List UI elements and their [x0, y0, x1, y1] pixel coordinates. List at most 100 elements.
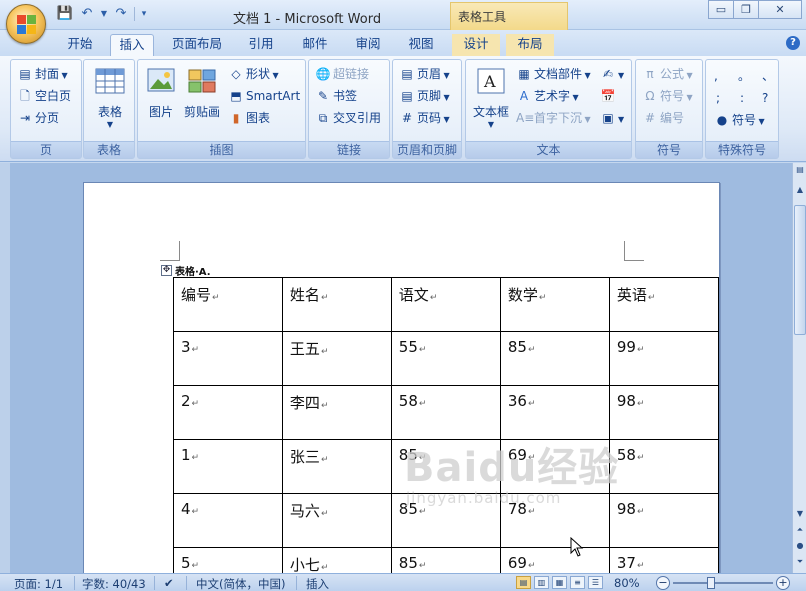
special-char-comma[interactable]: , — [714, 66, 718, 86]
table-cell[interactable]: 李四↵ — [281, 385, 392, 440]
customize-qat-icon[interactable]: ▾ — [139, 6, 149, 22]
undo-icon[interactable]: ↶ — [78, 6, 96, 22]
table-cell[interactable]: 98↵ — [608, 493, 720, 548]
table-cell[interactable]: 数学↵ — [499, 277, 610, 332]
special-char-period[interactable]: 。 — [738, 66, 750, 86]
table-cell[interactable]: 1↵ — [173, 439, 283, 494]
object-button[interactable]: ▣ ▼ — [600, 108, 624, 128]
page-break-button[interactable]: ⇥ 分页 — [17, 108, 59, 128]
tab-insert[interactable]: 插入 — [110, 34, 154, 56]
table-cell[interactable]: 98↵ — [608, 385, 720, 440]
word-count[interactable]: 字数: 40/43 — [82, 576, 146, 591]
table-cell[interactable]: 张三↵ — [281, 439, 392, 494]
special-char-enum-comma[interactable]: 、 — [762, 66, 774, 86]
data-table[interactable]: 编号↵ 姓名↵ 语文↵ 数学↵ 英语↵ 3↵ 王五↵ 55↵ 85↵ 99↵ 2… — [173, 277, 720, 573]
table-cell[interactable]: 36↵ — [499, 385, 610, 440]
full-screen-reading-view-icon[interactable]: ▥ — [534, 576, 549, 589]
tab-home[interactable]: 开始 — [60, 34, 100, 56]
textbox-button[interactable]: A 文本框 ▼ — [470, 66, 512, 129]
restore-button[interactable]: ❐ — [733, 0, 759, 19]
special-char-semicolon[interactable]: ; — [716, 88, 720, 108]
language-indicator[interactable]: 中文(简体，中国) — [196, 576, 285, 591]
table-cell[interactable]: 37↵ — [608, 547, 720, 573]
tab-review[interactable]: 审阅 — [346, 34, 390, 56]
drop-cap-button[interactable]: A≡首字下沉 ▼ — [516, 108, 591, 128]
table-cell[interactable]: 小七↵ — [281, 547, 392, 573]
picture-button[interactable]: 图片 — [144, 66, 178, 120]
ruler-toggle-icon[interactable]: ▤ — [794, 165, 806, 174]
previous-page-icon[interactable]: ⏶ — [794, 525, 806, 535]
blank-page-button[interactable]: 🗋 空白页 — [17, 86, 71, 106]
scroll-down-icon[interactable]: ▼ — [794, 509, 806, 518]
hyperlink-button[interactable]: 🌐 超链接 — [315, 64, 370, 84]
footer-button[interactable]: ▤ 页脚 ▼ — [399, 86, 449, 106]
redo-icon[interactable]: ↷ — [112, 6, 130, 22]
table-cell[interactable]: 99↵ — [608, 331, 720, 386]
header-button[interactable]: ▤ 页眉 ▼ — [399, 64, 449, 84]
smartart-button[interactable]: ⬒ SmartArt — [228, 86, 300, 106]
table-cell[interactable]: 编号↵ — [173, 277, 283, 332]
table-cell[interactable]: 2↵ — [173, 385, 283, 440]
tab-page-layout[interactable]: 页面布局 — [166, 34, 228, 56]
table-cell[interactable]: 姓名↵ — [281, 277, 392, 332]
scroll-thumb[interactable] — [794, 205, 806, 335]
zoom-out-icon[interactable]: − — [656, 576, 670, 590]
tab-references[interactable]: 引用 — [240, 34, 282, 56]
zoom-in-icon[interactable]: + — [776, 576, 790, 590]
special-symbol-button[interactable]: ● 符号 ▼ — [714, 110, 765, 130]
outline-view-icon[interactable]: ≡ — [570, 576, 585, 589]
table-cell[interactable]: 4↵ — [173, 493, 283, 548]
table-cell[interactable]: 5↵ — [173, 547, 283, 573]
table-cell[interactable]: 55↵ — [390, 331, 501, 386]
tab-mailings[interactable]: 邮件 — [294, 34, 336, 56]
zoom-level[interactable]: 80% — [614, 576, 640, 590]
draft-view-icon[interactable]: ☰ — [588, 576, 603, 589]
table-cell[interactable]: 69↵ — [499, 547, 610, 573]
clipart-button[interactable]: 剪贴画 — [182, 66, 222, 120]
signature-line-button[interactable]: ✍ ▼ — [600, 64, 624, 84]
zoom-slider-thumb[interactable] — [707, 577, 715, 589]
zoom-slider-track[interactable] — [673, 582, 773, 584]
quick-parts-button[interactable]: ▦ 文档部件 ▼ — [516, 64, 590, 84]
page-number-button[interactable]: # 页码 ▼ — [399, 108, 450, 128]
next-page-icon[interactable]: ⏷ — [794, 557, 806, 567]
table-cell[interactable]: 58↵ — [390, 385, 501, 440]
shapes-button[interactable]: ◇ 形状 ▼ — [228, 64, 278, 84]
wordart-button[interactable]: A 艺术字 ▼ — [516, 86, 579, 106]
special-char-question[interactable]: ? — [762, 88, 768, 108]
scroll-up-icon[interactable]: ▲ — [794, 185, 806, 194]
select-browse-object-icon[interactable]: ● — [794, 541, 806, 550]
tab-design[interactable]: 设计 — [452, 34, 500, 56]
cross-reference-button[interactable]: ⧉ 交叉引用 — [315, 108, 381, 128]
table-cell[interactable]: 英语↵ — [608, 277, 720, 332]
table-cell[interactable]: 王五↵ — [281, 331, 392, 386]
special-char-colon[interactable]: : — [740, 88, 744, 108]
table-cell[interactable]: 语文↵ — [390, 277, 501, 332]
date-time-button[interactable]: 📅 — [600, 86, 618, 106]
tab-layout[interactable]: 布局 — [506, 34, 554, 56]
table-move-handle-icon[interactable]: ✥ — [161, 265, 172, 276]
proofing-icon[interactable]: ✔ — [164, 576, 174, 590]
insert-mode-indicator[interactable]: 插入 — [306, 576, 329, 591]
help-icon[interactable]: ? — [786, 36, 800, 50]
table-cell[interactable]: 85↵ — [499, 331, 610, 386]
close-button[interactable]: ✕ — [758, 0, 802, 19]
tab-view[interactable]: 视图 — [400, 34, 442, 56]
undo-dropdown-icon[interactable]: ▼ — [100, 6, 108, 22]
table-cell[interactable]: 马六↵ — [281, 493, 392, 548]
office-button[interactable] — [6, 4, 46, 44]
table-button[interactable]: 表格 ▼ — [92, 66, 128, 129]
equation-button[interactable]: π 公式 ▼ — [642, 64, 692, 84]
web-layout-view-icon[interactable]: ▦ — [552, 576, 567, 589]
table-cell[interactable]: 58↵ — [608, 439, 720, 494]
document-page[interactable]: ✥ 表格·A. 编号↵ 姓名↵ 语文↵ 数学↵ 英语↵ 3↵ 王五↵ 55↵ 8… — [83, 182, 720, 573]
cover-page-button[interactable]: ▤ 封面 ▼ — [17, 64, 67, 84]
number-button[interactable]: # 编号 — [642, 108, 684, 128]
chart-button[interactable]: ▮ 图表 — [228, 108, 270, 128]
minimize-button[interactable]: ▭ — [708, 0, 734, 19]
symbol-button[interactable]: Ω 符号 ▼ — [642, 86, 692, 106]
table-cell[interactable]: 85↵ — [390, 547, 501, 573]
vertical-scrollbar[interactable]: ▤ ▲ ▼ ⏶ ● ⏷ — [792, 163, 806, 573]
table-cell[interactable]: 3↵ — [173, 331, 283, 386]
save-icon[interactable]: 💾 — [56, 6, 74, 22]
